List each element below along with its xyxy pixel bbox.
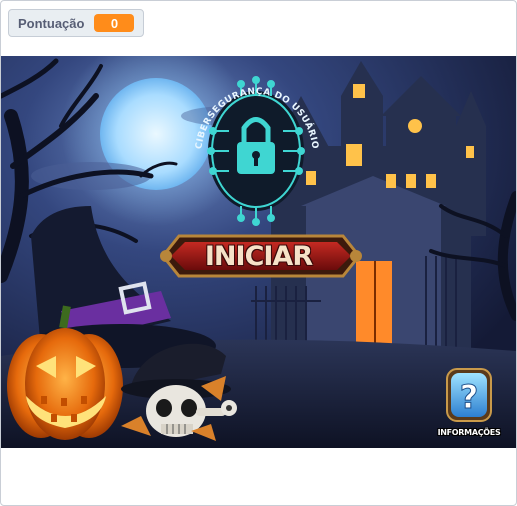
start-button-label: INICIAR xyxy=(204,240,313,272)
score-monitor: Pontuação 0 xyxy=(8,9,144,37)
score-value: 0 xyxy=(94,14,135,32)
score-label: Pontuação xyxy=(18,15,85,31)
game-stage[interactable]: CIBERSEGURANÇA DO USUÁRIO ? INICIAR INFO… xyxy=(1,56,516,448)
info-button[interactable] xyxy=(445,368,493,426)
info-button-label: INFORMAÇÕES xyxy=(437,428,501,437)
start-button[interactable]: INICIAR xyxy=(166,226,351,286)
